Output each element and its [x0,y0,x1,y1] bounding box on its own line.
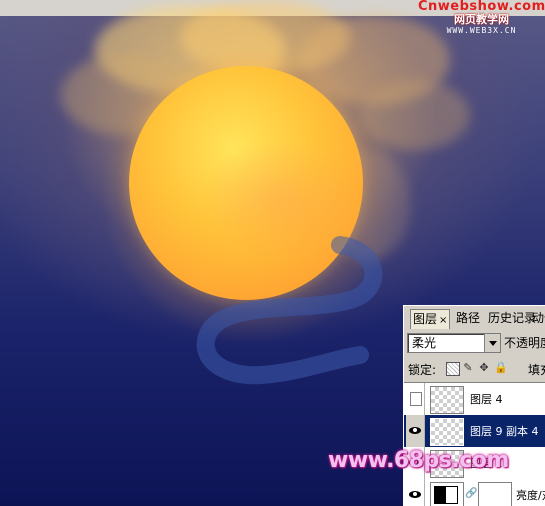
visibility-toggle[interactable] [406,479,425,506]
blend-row: 柔光 不透明度: [404,330,545,356]
link-icon: 🔗 [465,488,478,499]
lock-icon[interactable]: 🔒 [494,362,508,374]
panel-tabs: 图层× 路径 历史记录 动作 [404,306,545,329]
lock-row: 锁定: ✎ ✥ 🔒 填充: [404,356,545,383]
tab-actions[interactable]: 动作 [530,309,545,328]
brush-icon[interactable]: ✎ [462,362,474,374]
eye-icon [409,491,421,498]
eye-icon [409,427,421,434]
layer-name: 图层 9 副本 4 [470,425,539,438]
tab-layers[interactable]: 图层 × [410,309,451,329]
tab-layers-label: 图层 [413,312,438,326]
layer-thumbnail [430,386,464,414]
blend-mode-select[interactable]: 柔光 [407,333,501,353]
lock-label: 锁定: [408,363,437,377]
layer-name: 亮度/对比度 [516,489,545,502]
move-icon[interactable]: ✥ [478,362,490,374]
layer-row-adjustment[interactable]: 🔗 亮度/对比度 [404,479,545,506]
watermark-url: WWW.WEB3X.CN [446,26,517,35]
layers-panel: 图层× 路径 历史记录 动作 柔光 不透明度: 锁定: ✎ ✥ 🔒 填充: 图层… [403,305,545,506]
close-icon[interactable]: × [439,315,447,326]
layer-row[interactable]: 图层 4 [404,383,545,416]
layer-mask-thumbnail [478,482,512,506]
fill-label: 填充: [528,363,545,377]
visibility-toggle[interactable] [406,383,425,415]
watermark-site: Cnwebshow.com [418,0,545,14]
blend-mode-value: 柔光 [412,336,437,350]
lock-transparency-icon[interactable] [446,362,460,376]
tab-paths[interactable]: 路径 [454,309,482,328]
opacity-label: 不透明度: [504,336,545,350]
chevron-down-icon[interactable] [484,334,500,352]
adjustment-layer-icon [430,482,464,506]
watermark-top: Cnwebshow.com 网页教学网 WWW.WEB3X.CN [418,0,545,36]
layer-name: 图层 4 [470,393,503,406]
watermark-cn: 网页教学网 [454,13,509,26]
layer-thumbnail [430,418,464,446]
layer-row-selected[interactable]: 图层 9 副本 4 [404,415,545,448]
visibility-toggle[interactable] [406,415,425,447]
watermark-bottom: www.68ps.com [328,448,509,473]
visibility-off-icon [410,392,422,406]
